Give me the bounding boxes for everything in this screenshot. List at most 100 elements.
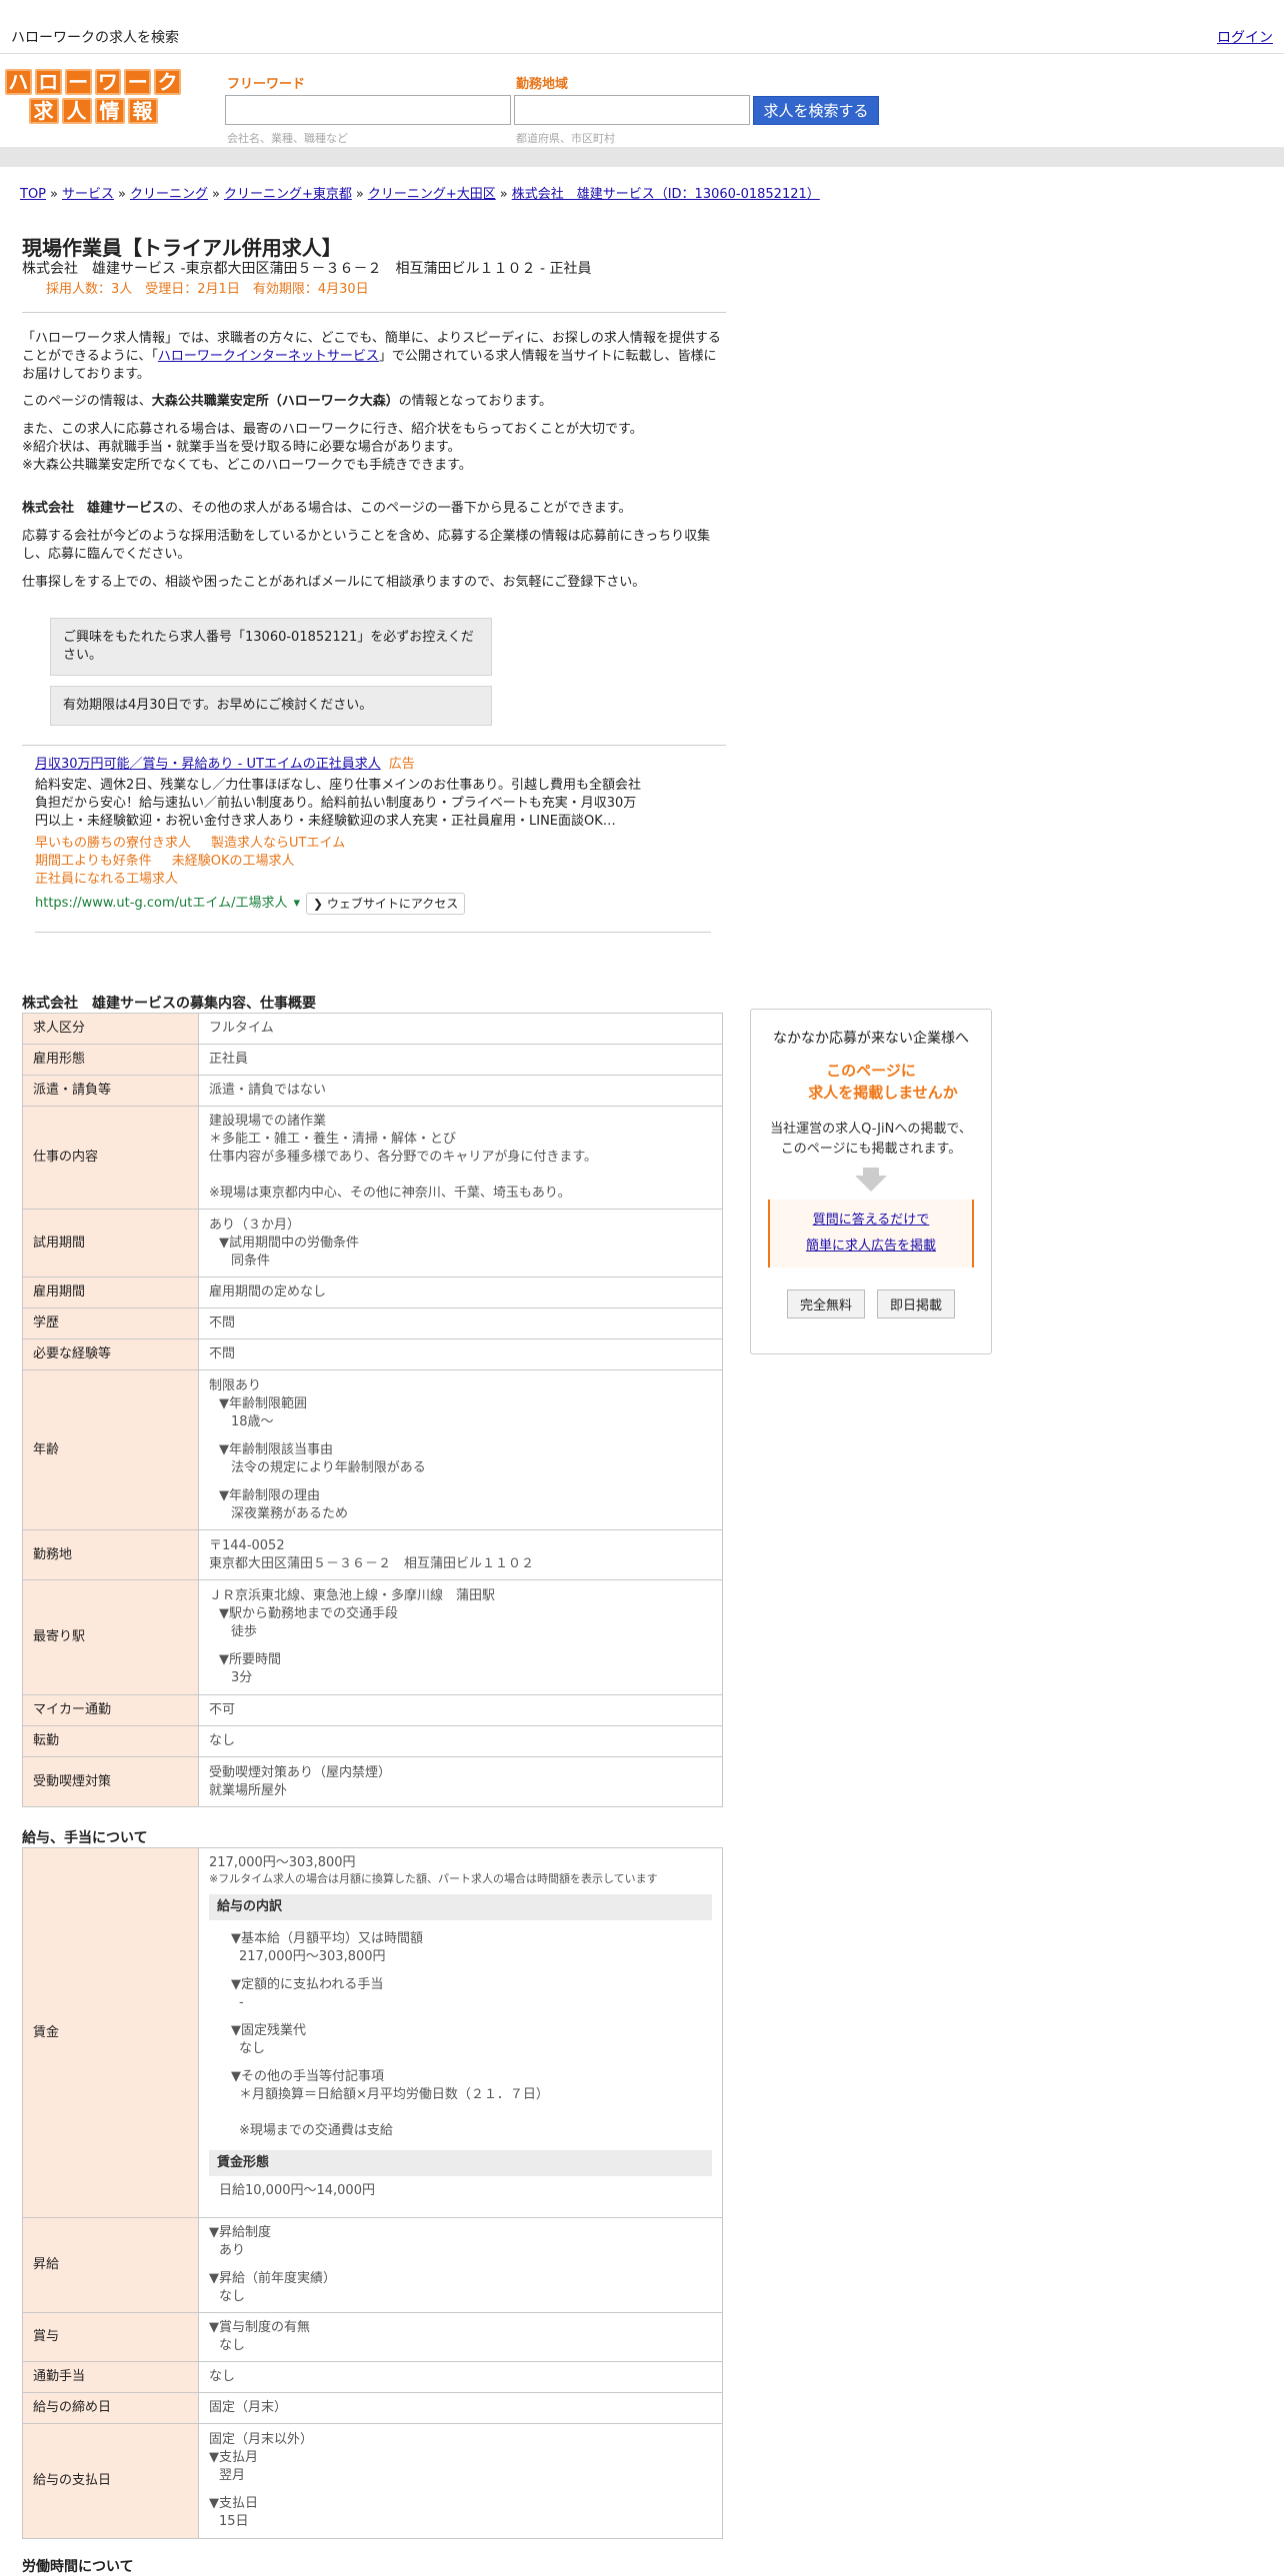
free-button[interactable]: 完全無料 [786,1289,865,1318]
search-button[interactable]: 求人を検索する [753,96,879,125]
job-subtitle: 株式会社 雄建サービス -東京都大田区蒲田５－３６－２ 相互蒲田ビル１１０２ -… [22,261,592,277]
site-logo[interactable]: ハ ロ ー ワ ー ク 求 人 情 報 [5,69,181,125]
value-line: ▼昇給制度 [209,2225,271,2240]
promo-text: 当社運営の求人Q-JiNへの掲載で、 このページにも掲載されます。 [751,1120,991,1160]
promo-link-box: 質問に答えるだけで 簡単に求人広告を掲載 [768,1200,974,1268]
table-row: 仕事の内容 建設現場での諸作業 ＊多能工・雑工・養生・清掃・解体・とび 仕事内容… [22,1106,723,1210]
row-label: 学歴 [22,1307,199,1339]
value-line: 就業場所屋外 [209,1782,288,1798]
ad-url[interactable]: https://www.ut-g.com/utエイム/工場求人 [35,895,287,913]
ad-menu-icon[interactable]: ▾ [293,895,300,913]
hellowork-internet-link[interactable]: ハローワークインターネットサービス [158,349,379,364]
row-label: 通勤手当 [22,2361,199,2393]
logo-char: ー [64,69,92,95]
value-line: 制限あり [209,1377,262,1393]
intro-paragraph: ※紹介状は、再就職手当・就業手当を受け取る時に必要な場合があります。 [22,440,461,455]
row-label: 派遣・請負等 [22,1075,199,1107]
row-value: 制限あり ▼年齢制限範囲 18歳〜 ▼年齢制限該当事由 法令の規定により年齢制限… [198,1369,723,1530]
intro-paragraph: 応募する会社が今どのような採用活動をしているかということを含め、応募する企業様の… [22,529,711,562]
table-row: 派遣・請負等 派遣・請負ではない [22,1075,723,1107]
promo-link-question[interactable]: 質問に答えるだけで [813,1213,930,1228]
ad-sublinks: 早いもの勝ちの寮付き求人 製造求人ならUTエイム 期間工よりも好条件 未経験OKの工… [35,835,645,889]
ad-visit-button[interactable]: ❯ ウェブサイトにアクセス [305,893,466,915]
row-value: 正社員 [198,1044,723,1076]
value-line: 15日 [219,2514,249,2529]
value-line: 〒144-0052 [209,1537,285,1553]
value-line: 翌月 [219,2468,246,2483]
value-line: 受動喫煙対策あり（屋内禁煙） [209,1764,392,1780]
value-line: ▼試用期間中の労働条件 [219,1235,359,1251]
table-row: 給与の締め日 固定（月末） [22,2392,723,2424]
row-label: 勤務地 [22,1529,199,1580]
same-day-button[interactable]: 即日掲載 [877,1289,956,1318]
row-label: 雇用形態 [22,1044,199,1076]
table-row: 必要な経験等 不問 [22,1338,723,1370]
logo-char: ハ [5,69,32,95]
ad-sublink[interactable]: 早いもの勝ちの寮付き求人 [35,835,191,853]
promo-headline-line: 求人を掲載しませんか [808,1084,958,1102]
value-line: ＪＲ京浜東北線、東急池上線・多摩川線 蒲田駅 [209,1588,496,1603]
value-line: ▼年齢制限範囲 [219,1395,307,1411]
value-line: なし [239,2041,266,2056]
value-line: ▼昇給（前年度実績） [209,2271,336,2286]
breadcrumb-cleaning-ota[interactable]: クリーニング+大田区 [368,187,496,202]
down-arrow-icon [855,1176,887,1192]
row-label: 求人区分 [22,1013,199,1045]
promo-link-post[interactable]: 簡単に求人広告を掲載 [806,1239,936,1254]
logo-char: ー [124,69,152,95]
promo-text-line: 当社運営の求人Q-JiNへの掲載で、 [770,1122,972,1137]
value-line: あり（３か月） [209,1217,301,1233]
table-row: 賃金 217,000円〜303,800円 ※フルタイム求人の場合は月額に換算した… [22,1847,723,2218]
header-divider [0,147,1284,167]
down-arrow-icon [863,1168,879,1176]
row-label: 賃金 [22,1847,199,2218]
ad-description: 給料安定、週休2日、残業なし／力仕事ほぼなし、座り仕事メインのお仕事あり。引越し… [35,778,642,829]
breadcrumb-sep: » [499,187,508,202]
table-row: マイカー通勤 不可 [22,1694,723,1726]
breadcrumb-service[interactable]: サービス [62,187,114,202]
section-salary-title: 給与、手当について [22,1830,148,1846]
row-label: 仕事の内容 [22,1106,199,1210]
intro-paragraph: また、この求人に応募される場合は、最寄のハローワークに行き、紹介状をもらっておく… [22,422,643,437]
breadcrumb-top[interactable]: TOP [20,187,46,202]
expiry-note: 有効期限は4月30日です。お早めにご検討ください。 [50,686,492,726]
breadcrumb-cleaning-tokyo[interactable]: クリーニング+東京都 [224,187,352,202]
area-input[interactable] [514,95,750,125]
row-value: ▼賞与制度の有無 なし [198,2312,723,2362]
breadcrumb-cleaning[interactable]: クリーニング [130,187,208,202]
promo-headline: このページに 求人を掲載しませんか [751,1060,991,1104]
row-value: ▼昇給制度 あり ▼昇給（前年度実績） なし [198,2217,723,2313]
table-row: 受動喫煙対策 受動喫煙対策あり（屋内禁煙） 就業場所屋外 [22,1756,723,1807]
login-link[interactable]: ログイン [1217,27,1273,47]
value-line: ▼その他の手当等付記事項 [231,2069,384,2084]
intro-text: このページの情報は、 [22,394,152,409]
promo-buttons: 完全無料 即日掲載 [751,1289,991,1318]
ad-sublink[interactable]: 製造求人ならUTエイム [211,835,345,853]
freeword-hint: 会社名、業種、職種など [227,132,348,145]
value-line: ▼支払日 [209,2496,258,2511]
value-line: ※現場までの交通費は支給 [239,2123,393,2138]
row-value: 派遣・請負ではない [198,1075,723,1107]
wage-type-head: 賃金形態 [209,2150,712,2176]
row-value: 不可 [198,1694,723,1726]
wage-type-value: 日給10,000円〜14,000円 [219,2183,375,2198]
logo-char: 求 [28,98,59,124]
job-title: 現場作業員【トライアル併用求人】 [22,236,342,260]
divider [35,932,711,933]
ad-sublink[interactable]: 正社員になれる工場求人 [35,871,178,889]
value-line: ▼支払月 [209,2450,258,2465]
freeword-input[interactable] [225,95,511,125]
breadcrumb-company[interactable]: 株式会社 雄建サービス（ID：13060-01852121） [512,187,820,202]
ad-sublink[interactable]: 未経験OKの工場求人 [172,853,295,871]
value-line: なし [219,2338,246,2353]
ad-title-link[interactable]: 月収30万円可能／賞与・昇給あり - UTエイムの正社員求人 [35,757,381,772]
ad-sublink[interactable]: 期間工よりも好条件 [35,853,152,871]
intro-paragraph: このページの情報は、大森公共職業安定所（ハローワーク大森）の情報となっております… [22,393,726,411]
table-row: 昇給 ▼昇給制度 あり ▼昇給（前年度実績） なし [22,2217,723,2313]
value-line: 仕事内容が多種多様であり、各分野でのキャリアが身に付きます。 [209,1150,598,1165]
intro-text: の情報となっております。 [398,394,553,409]
value-line: ＊月額換算＝日給額×月平均労働日数（２１．７日） [239,2087,549,2102]
value-line: ▼年齢制限該当事由 [219,1441,333,1457]
job-meta: 採用人数：3人 受理日：2月1日 有効期限：4月30日 [46,282,369,297]
area-hint: 都道府県、市区町村 [516,132,615,145]
